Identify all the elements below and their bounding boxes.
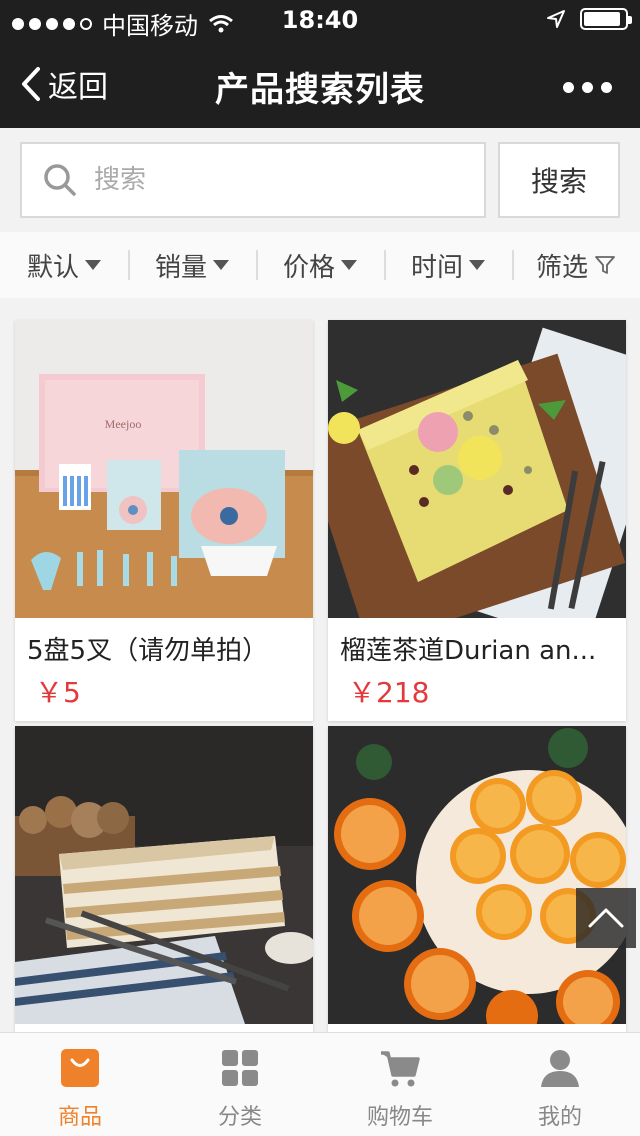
- product-grid: Meejoo 5盘5叉（请勿单拍） ￥5 榴莲茶道Durian an... ￥2…: [0, 298, 640, 1032]
- funnel-icon: [595, 256, 615, 274]
- cart-icon: [381, 1051, 420, 1087]
- svg-text:Meejoo: Meejoo: [105, 417, 142, 431]
- dropdown-triangle-icon: [85, 260, 101, 270]
- tab-categories[interactable]: 分类: [160, 1033, 320, 1136]
- page-title: 产品搜索列表: [215, 70, 425, 110]
- filter-button[interactable]: 筛选: [512, 232, 640, 298]
- user-icon: [541, 1050, 579, 1087]
- tab-cart[interactable]: 购物车: [320, 1033, 480, 1136]
- chevron-up-icon: [588, 908, 624, 928]
- sort-sales[interactable]: 销量: [128, 232, 256, 298]
- sort-filter-bar: 默认 销量 价格 时间 筛选: [0, 232, 640, 298]
- product-card[interactable]: [328, 726, 626, 1032]
- tab-products[interactable]: 商品: [0, 1033, 160, 1136]
- product-name: [328, 1024, 626, 1032]
- dropdown-triangle-icon: [341, 260, 357, 270]
- product-name: 5盘5叉（请勿单拍）: [27, 636, 269, 666]
- product-card[interactable]: Meejoo 5盘5叉（请勿单拍） ￥5: [15, 320, 313, 721]
- search-input[interactable]: [94, 165, 454, 195]
- more-menu-icon[interactable]: [563, 82, 612, 93]
- status-time: 18:40: [281, 6, 359, 34]
- grid-icon: [222, 1050, 258, 1086]
- tab-label: 我的: [537, 1105, 582, 1130]
- nav-header: 返回 产品搜索列表: [0, 40, 640, 128]
- product-image: [328, 726, 626, 1024]
- dropdown-triangle-icon: [469, 260, 485, 270]
- tab-label: 分类: [217, 1105, 262, 1130]
- tab-label: 购物车: [366, 1105, 433, 1130]
- tab-me[interactable]: 我的: [480, 1033, 640, 1136]
- sort-time[interactable]: 时间: [384, 232, 512, 298]
- bottom-tab-bar: 商品 分类 购物车 我的: [0, 1032, 640, 1136]
- search-field[interactable]: [20, 142, 486, 218]
- tab-label: 商品: [57, 1105, 102, 1130]
- product-card[interactable]: [15, 726, 313, 1032]
- product-image: [328, 320, 626, 618]
- search-icon: [44, 164, 76, 196]
- shopping-bag-icon: [61, 1049, 99, 1087]
- back-to-top-button[interactable]: [576, 888, 636, 948]
- product-name: [15, 1024, 313, 1032]
- location-arrow-icon: [547, 10, 565, 28]
- product-name: 榴莲茶道Durian an...: [340, 636, 597, 666]
- dropdown-triangle-icon: [213, 260, 229, 270]
- status-bar: 中国移动 18:40: [0, 0, 640, 40]
- product-image: Meejoo: [15, 320, 313, 618]
- product-price: ￥218: [348, 676, 430, 709]
- product-card[interactable]: 榴莲茶道Durian an... ￥218: [328, 320, 626, 721]
- product-price: ￥5: [35, 676, 81, 709]
- sort-default[interactable]: 默认: [0, 232, 128, 298]
- product-image: [15, 726, 313, 1024]
- search-bar: 搜索: [0, 128, 640, 232]
- battery-icon: [580, 8, 632, 30]
- sort-price[interactable]: 价格: [256, 232, 384, 298]
- search-button[interactable]: 搜索: [498, 142, 620, 218]
